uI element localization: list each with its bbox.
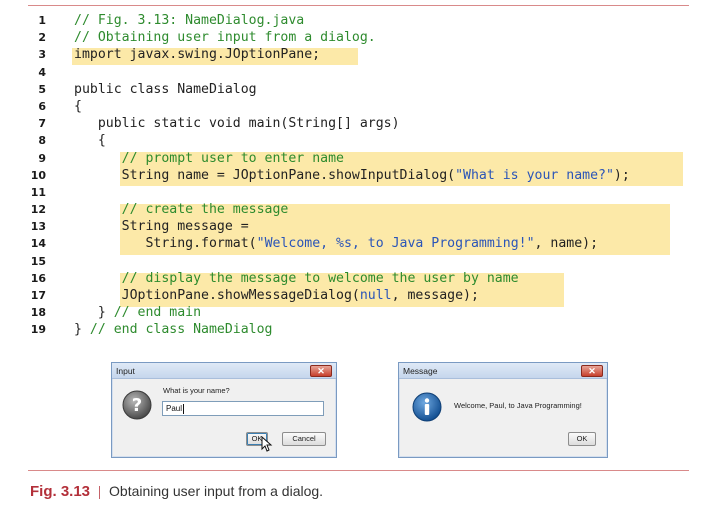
code-text: } // end main <box>74 305 202 321</box>
code-line: 8 { <box>28 132 689 149</box>
line-number: 15 <box>30 254 46 268</box>
input-dialog-close-button[interactable]: ✕ <box>310 365 332 377</box>
code-text: // display the message to welcome the us… <box>121 270 519 286</box>
code-lines: 1 // Fig. 3.13: NameDialog.java 2 // Obtain… <box>28 12 689 339</box>
code-line: 15 <box>28 253 689 270</box>
line-number: 7 <box>38 117 46 131</box>
line-number: 9 <box>38 151 46 165</box>
cancel-button[interactable]: Cancel <box>282 432 326 446</box>
text-caret <box>183 403 185 414</box>
input-dialog-titlebar: Input ✕ <box>112 363 336 379</box>
code-line: 6{ <box>28 98 689 115</box>
code-text: JOptionPane.showMessageDialog(null, mess… <box>74 288 479 303</box>
code-text: import javax.swing.JOptionPane; <box>74 47 321 63</box>
line-number: 11 <box>30 185 46 199</box>
mouse-pointer-icon <box>260 435 274 454</box>
code-line: 3 import javax.swing.JOptionPane; <box>28 46 689 63</box>
figure-caption: Fig. 3.13 | Obtaining user input from a di… <box>30 480 323 503</box>
line-number: 18 <box>30 306 46 320</box>
code-text: public static void main(String[] args) <box>74 116 400 132</box>
line-number: 14 <box>30 237 46 251</box>
line-number: 8 <box>38 134 46 148</box>
code-text: String message = <box>74 219 249 235</box>
code-line: 2 // Obtaining user input from a dialog. <box>28 29 689 46</box>
cancel-button-label: Cancel <box>292 434 316 443</box>
code-line: 18 } // end main <box>28 304 689 321</box>
line-number: 12 <box>30 203 46 217</box>
message-ok-button-label: OK <box>576 434 588 443</box>
line-number: 4 <box>38 65 46 79</box>
line-number: 17 <box>30 289 46 302</box>
line-number: 19 <box>30 323 46 337</box>
code-line: 11 <box>28 184 689 201</box>
line-number: 5 <box>38 82 46 96</box>
line-number: 16 <box>30 271 46 285</box>
code-text: { <box>74 133 106 149</box>
message-text: Welcome, Paul, to Java Programming! <box>454 401 582 410</box>
code-text: { <box>74 98 82 114</box>
svg-text:?: ? <box>132 395 142 416</box>
line-number: 6 <box>38 99 46 113</box>
code-line: 5 public class NameDialog <box>28 81 689 98</box>
input-prompt: What is your name? <box>163 386 230 395</box>
code-listing: 1 // Fig. 3.13: NameDialog.java 2 // Obtain… <box>28 12 689 339</box>
caption-text: Obtaining user input from a dialog. <box>109 483 324 499</box>
name-input-value: Paul <box>166 404 183 413</box>
code-text: // create the message <box>121 202 289 218</box>
code-line: 10 String name = JOptionPane.showInputDi… <box>28 167 689 184</box>
info-icon <box>412 392 442 422</box>
code-line: 14 String.format("Welcome, %s, to Java P… <box>28 235 689 252</box>
code-line: 13 String message = <box>28 218 689 235</box>
code-line: 4 <box>28 64 689 81</box>
top-rule <box>28 5 689 6</box>
code-text: // Fig. 3.13: NameDialog.java <box>74 13 305 28</box>
code-text: public class NameDialog <box>74 81 257 97</box>
code-text: String.format("Welcome, %s, to Java Prog… <box>74 236 599 252</box>
message-dialog-close-button[interactable]: ✕ <box>581 365 603 377</box>
code-line: 12 // create the message <box>28 201 689 218</box>
code-line: 17 JOptionPane.showMessageDialog(null, m… <box>28 287 689 304</box>
caption-separator: | <box>98 484 102 500</box>
input-dialog: Input ✕ ? What is your name? Paul OK Can… <box>111 362 337 458</box>
line-number: 3 <box>38 48 46 62</box>
code-line: 9 // prompt user to enter name <box>28 150 689 167</box>
code-text: } // end class NameDialog <box>74 322 273 338</box>
code-text: // Obtaining user input from a dialog. <box>74 30 376 46</box>
line-number: 13 <box>30 220 46 234</box>
line-number: 1 <box>38 14 46 27</box>
question-icon: ? <box>122 390 152 420</box>
figure-label: Fig. 3.13 <box>30 483 91 500</box>
message-dialog-titlebar: Message ✕ <box>399 363 607 379</box>
code-line: 1 // Fig. 3.13: NameDialog.java <box>28 12 689 29</box>
code-line: 19 } // end class NameDialog <box>28 321 689 338</box>
code-text: // prompt user to enter name <box>121 150 344 166</box>
bottom-rule <box>28 470 689 471</box>
line-number: 2 <box>38 31 46 45</box>
message-dialog: Message ✕ Welcome, Paul, to Java Program… <box>398 362 608 458</box>
code-line: 7 public static void main(String[] args) <box>28 115 689 132</box>
name-input[interactable]: Paul <box>162 401 324 416</box>
message-dialog-title: Message <box>403 366 438 376</box>
code-line: 16 // display the message to welcome the… <box>28 270 689 287</box>
input-dialog-title: Input <box>116 366 135 376</box>
code-text: String name = JOptionPane.showInputDialo… <box>74 167 630 183</box>
line-number: 10 <box>30 168 46 182</box>
message-ok-button[interactable]: OK <box>568 432 596 446</box>
